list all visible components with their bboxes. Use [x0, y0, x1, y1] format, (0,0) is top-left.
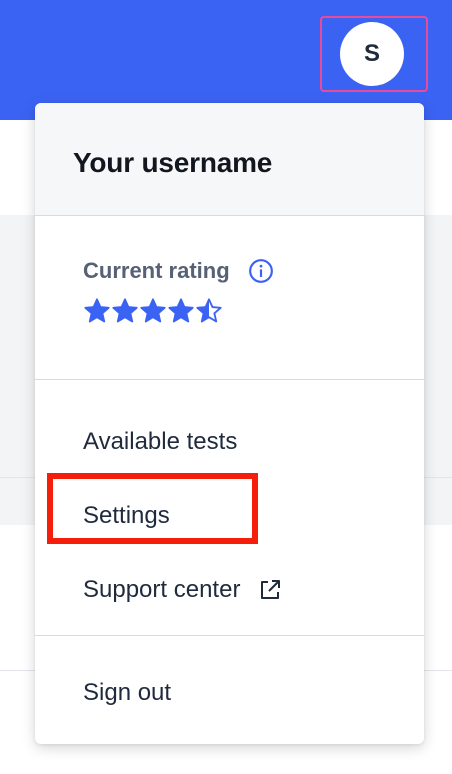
top-bar: S	[0, 0, 452, 120]
signout-section: Sign out	[35, 636, 424, 730]
support-center-link[interactable]: Support center	[35, 553, 424, 627]
external-link-icon	[261, 580, 281, 599]
menu-links: Available tests Settings Support center	[35, 380, 424, 636]
account-menu-button[interactable]: S	[320, 16, 428, 92]
settings-link[interactable]: Settings	[35, 479, 424, 553]
star-full-icon	[168, 298, 194, 323]
account-dropdown-menu: Your username Current rating Available t…	[35, 103, 424, 744]
avatar: S	[340, 22, 404, 86]
menu-header: Your username	[35, 103, 424, 216]
menu-link-label: Support center	[83, 576, 241, 603]
rating-label: Current rating	[83, 258, 230, 283]
sign-out-link[interactable]: Sign out	[35, 656, 424, 730]
menu-link-label: Sign out	[83, 679, 172, 706]
star-full-icon	[140, 298, 166, 323]
username: Your username	[73, 147, 273, 178]
info-icon[interactable]	[248, 258, 274, 284]
menu-link-label: Settings	[83, 502, 170, 529]
star-full-icon	[112, 298, 138, 323]
available-tests-link[interactable]: Available tests	[35, 405, 424, 479]
star-full-icon	[84, 298, 110, 323]
rating-section: Current rating	[35, 216, 424, 380]
star-half-icon	[196, 298, 222, 323]
rating-stars	[83, 297, 424, 325]
menu-link-label: Available tests	[83, 428, 238, 455]
